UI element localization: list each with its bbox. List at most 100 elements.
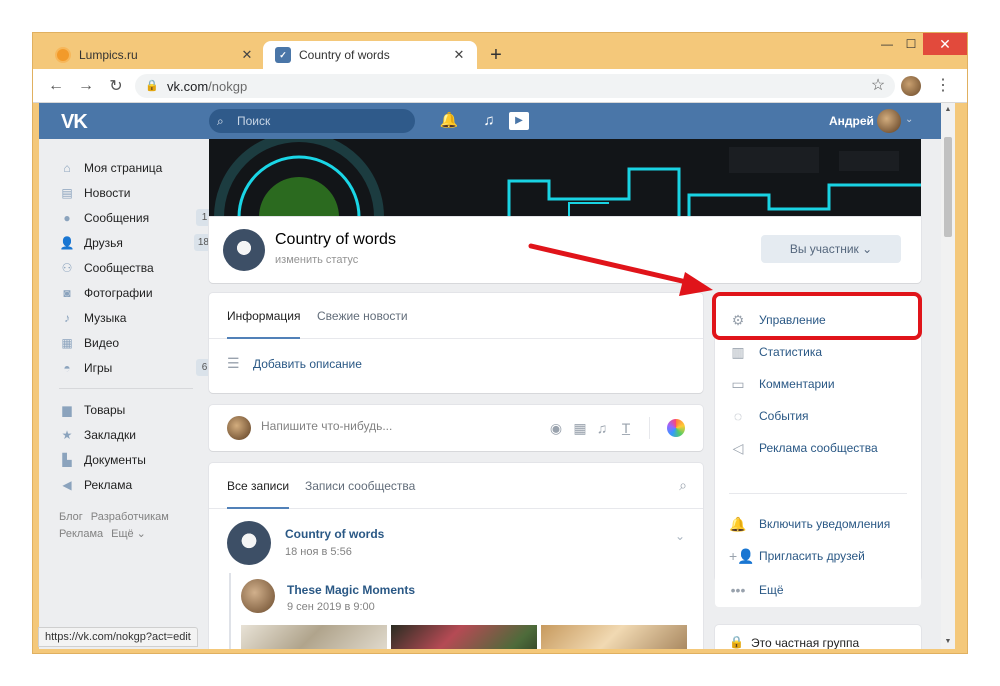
photos-icon: ◙ (63, 285, 71, 300)
search-icon[interactable]: ⌕ (679, 477, 687, 494)
menu-item-invite-friends[interactable]: +👤 Пригласить друзей (729, 543, 909, 569)
annotation-arrow (528, 243, 713, 296)
list-icon: ☰ (227, 355, 240, 371)
post-photo[interactable] (241, 625, 387, 649)
scroll-down-icon[interactable]: ▼ (941, 635, 955, 649)
repost-date[interactable]: 9 сен 2019 в 9:00 (287, 601, 375, 613)
sidebar-item-music[interactable]: ♪ Музыка (59, 305, 199, 330)
reload-icon[interactable]: ↻ (105, 75, 127, 97)
vk-search[interactable]: ⌕ (209, 109, 415, 133)
text-format-icon[interactable]: T̲ (617, 419, 635, 437)
change-status-link[interactable]: изменить статус (275, 254, 358, 266)
menu-item-label: Комментарии (759, 377, 835, 391)
post-date[interactable]: 18 ноя в 5:56 (285, 546, 352, 558)
tab-close-icon[interactable]: ✕ (239, 47, 255, 63)
tab-all-posts[interactable]: Все записи (227, 463, 290, 509)
goods-icon: ▆ (62, 402, 72, 417)
music-icon[interactable]: ♫ (479, 111, 499, 131)
member-button[interactable]: Вы участник ⌄ (761, 235, 901, 263)
tab-fresh-news[interactable]: Свежие новости (317, 293, 408, 339)
sidebar-item-news[interactable]: ▤ Новости (59, 180, 199, 205)
menu-item-statistics[interactable]: ▥ Статистика (729, 339, 909, 365)
menu-item-comments[interactable]: ▭ Комментарии (729, 371, 909, 397)
search-input[interactable] (237, 114, 397, 128)
news-icon: ▤ (61, 185, 73, 200)
sidebar-item-label: Фотографии (84, 285, 153, 300)
sidebar-item-photos[interactable]: ◙ Фотографии (59, 280, 199, 305)
play-icon[interactable]: ▶ (509, 112, 529, 130)
tab-country-of-words[interactable]: ✓ Country of words ✕ (263, 41, 477, 69)
ads-icon: ◀ (62, 477, 72, 492)
footer-link-ads[interactable]: Реклама (59, 528, 103, 540)
maximize-button[interactable]: ☐ (899, 33, 923, 55)
minimize-button[interactable]: — (875, 33, 899, 55)
sidebar-item-label: Закладки (84, 427, 136, 442)
sidebar-item-label: Сообщества (84, 260, 154, 275)
sidebar-item-games[interactable]: ◓ Игры 6 (59, 355, 213, 380)
menu-item-events[interactable]: ◌ События (729, 403, 909, 429)
page-title: Country of words (275, 231, 396, 248)
kebab-menu-icon[interactable]: ⋮ (933, 75, 953, 97)
post-photo[interactable] (391, 625, 537, 649)
close-window-button[interactable]: ✕ (923, 33, 967, 55)
bookmark-star-icon[interactable]: ☆ (867, 75, 889, 97)
back-arrow-icon[interactable]: ← (45, 75, 67, 97)
post-input[interactable] (261, 419, 541, 433)
avatar[interactable] (877, 109, 901, 133)
music-icon: ♪ (64, 310, 70, 325)
camera-icon[interactable]: ◉ (547, 419, 565, 437)
menu-item-more[interactable]: ••• Ещё (729, 577, 909, 603)
page-scrollbar[interactable]: ▲ ▼ (941, 103, 955, 649)
avatar[interactable] (223, 229, 265, 271)
sidebar-item-video[interactable]: ▦ Видео (59, 330, 199, 355)
post-photo[interactable] (541, 625, 687, 649)
search-icon: ⌕ (217, 113, 224, 128)
sidebar-item-label: Сообщения (84, 210, 150, 225)
color-palette-icon[interactable] (667, 419, 685, 437)
music-icon[interactable]: ♫ (593, 419, 611, 437)
games-icon: ◓ (63, 360, 71, 375)
chevron-down-icon[interactable]: ⌄ (675, 529, 685, 543)
repost-author[interactable]: These Magic Moments (287, 583, 415, 597)
footer-link-developers[interactable]: Разработчикам (91, 511, 169, 523)
footer-link-more[interactable]: Ещё ⌄ (111, 528, 146, 540)
tab-close-icon[interactable]: ✕ (451, 47, 467, 63)
sidebar-item-my-page[interactable]: ⌂ Моя страница (59, 155, 199, 180)
profile-avatar[interactable] (901, 76, 921, 96)
address-bar[interactable]: 🔒 vk.com/nokgp (135, 74, 895, 98)
footer-link-blog[interactable]: Блог (59, 511, 83, 523)
sidebar-item-ads[interactable]: ◀ Реклама (59, 472, 199, 497)
chevron-down-icon[interactable]: ⌄ (905, 114, 913, 125)
video-icon[interactable]: ▦ (571, 419, 589, 437)
status-url: https://vk.com/nokgp?act=edit (38, 627, 198, 647)
url-host: vk.com (167, 78, 209, 94)
add-description-link[interactable]: ☰ Добавить описание (227, 355, 362, 372)
new-tab-button[interactable]: + (485, 45, 507, 67)
vk-logo[interactable]: VK (61, 111, 95, 133)
scroll-up-icon[interactable]: ▲ (941, 103, 955, 117)
menu-item-community-ads[interactable]: ◁ Реклама сообщества (729, 435, 909, 461)
post-author[interactable]: Country of words (285, 527, 384, 541)
tab-information[interactable]: Информация (227, 293, 301, 339)
menu-item-notifications[interactable]: 🔔 Включить уведомления (729, 511, 909, 537)
vk-user-name[interactable]: Андрей (829, 114, 874, 128)
avatar (227, 416, 251, 440)
tab-community-posts[interactable]: Записи сообщества (305, 463, 415, 509)
tab-lumpics[interactable]: Lumpics.ru ✕ (43, 41, 265, 69)
sidebar-item-friends[interactable]: 👤 Друзья 18 (59, 230, 213, 255)
sidebar-item-messages[interactable]: ● Сообщения 1 (59, 205, 213, 230)
posts-card: Все записи Записи сообщества ⌕ Country o… (209, 463, 703, 649)
avatar[interactable] (241, 579, 275, 613)
avatar[interactable] (227, 521, 271, 565)
sidebar-item-goods[interactable]: ▆ Товары (59, 397, 199, 422)
sidebar-item-label: Реклама (84, 477, 133, 492)
bell-icon[interactable]: 🔔 (439, 111, 459, 131)
sidebar-item-bookmarks[interactable]: ★ Закладки (59, 422, 199, 447)
private-group-card: 🔒 Это частная группа (715, 625, 921, 649)
scroll-thumb[interactable] (944, 137, 952, 237)
left-footer-links: Блог Разработчикам Реклама Ещё ⌄ (59, 509, 199, 543)
forward-arrow-icon[interactable]: → (75, 75, 97, 97)
sidebar-item-documents[interactable]: ▙ Документы (59, 447, 199, 472)
sidebar-item-communities[interactable]: ⚇ Сообщества (59, 255, 199, 280)
post-composer: ◉ ▦ ♫ T̲ (209, 405, 703, 451)
